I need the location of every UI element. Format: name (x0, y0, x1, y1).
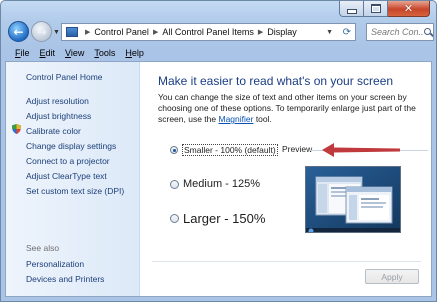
maximize-button[interactable] (364, 1, 388, 17)
apply-button[interactable]: Apply (365, 269, 419, 284)
option-medium-label[interactable]: Medium - 125% (183, 178, 260, 190)
menu-view[interactable]: View (65, 48, 84, 58)
sidebar-adjust-brightness[interactable]: Adjust brightness (26, 111, 91, 121)
display-window: ✕ ← → ▼ ▶ Control Panel ▶ All Control Pa… (0, 0, 437, 302)
sidebar-connect-projector[interactable]: Connect to a projector (26, 156, 110, 166)
breadcrumb-all-items[interactable]: All Control Panel Items (162, 27, 254, 37)
sidebar-adjust-cleartype[interactable]: Adjust ClearType text (26, 171, 107, 181)
back-arrow-icon: ← (13, 24, 24, 39)
preview-image (305, 166, 401, 233)
refresh-icon[interactable]: ⟳ (343, 27, 351, 38)
address-dropdown-icon[interactable]: ▼ (326, 29, 333, 36)
see-also-heading: See also (26, 243, 60, 253)
breadcrumb-control-panel[interactable]: Control Panel (94, 27, 149, 37)
page-title: Make it easier to read what's on your sc… (158, 74, 394, 88)
search-input[interactable] (367, 27, 423, 37)
address-bar[interactable]: ▶ Control Panel ▶ All Control Panel Item… (61, 23, 356, 41)
task-pane: Control Panel Home Adjust resolution Adj… (6, 62, 140, 296)
sidebar-calibrate-color[interactable]: Calibrate color (26, 126, 81, 136)
menu-edit[interactable]: Edit (40, 48, 56, 58)
option-smaller-label[interactable]: Smaller - 100% (default) (182, 144, 278, 156)
minimize-icon (346, 8, 357, 14)
search-icon[interactable] (424, 28, 432, 36)
option-larger-label[interactable]: Larger - 150% (183, 211, 265, 226)
radio-smaller[interactable] (170, 146, 178, 154)
radio-medium[interactable] (170, 179, 179, 189)
option-larger[interactable]: Larger - 150% (170, 211, 265, 226)
minimize-button[interactable] (339, 1, 364, 17)
red-arrow-annotation-icon (322, 143, 400, 157)
description-text: You can change the size of text and othe… (158, 92, 416, 124)
content-area: Control Panel Home Adjust resolution Adj… (5, 61, 432, 297)
navigation-bar: ← → ▼ ▶ Control Panel ▶ All Control Pane… (5, 20, 434, 44)
menu-tools[interactable]: Tools (94, 48, 115, 58)
back-button[interactable]: ← (8, 21, 29, 42)
sidebar-custom-text-size[interactable]: Set custom text size (DPI) (26, 186, 124, 196)
option-medium[interactable]: Medium - 125% (170, 178, 260, 190)
sidebar-personalization[interactable]: Personalization (26, 259, 84, 269)
close-icon: ✕ (403, 1, 414, 15)
control-panel-icon (66, 27, 78, 37)
preview-label: Preview (282, 144, 313, 154)
caption-buttons: ✕ (339, 1, 430, 17)
footer-divider (152, 261, 421, 262)
breadcrumb-display[interactable]: Display (267, 27, 297, 37)
sidebar-devices-printers[interactable]: Devices and Printers (26, 274, 104, 284)
search-box[interactable] (366, 23, 434, 41)
shield-icon (12, 124, 21, 134)
sidebar-control-panel-home[interactable]: Control Panel Home (26, 72, 103, 82)
breadcrumb-separator-icon[interactable]: ▶ (153, 28, 158, 36)
forward-arrow-icon: → (36, 24, 47, 39)
preview-desktop-icon (306, 167, 400, 232)
recent-pages-dropdown-icon[interactable]: ▼ (53, 29, 60, 36)
option-smaller[interactable]: Smaller - 100% (default) (170, 144, 278, 156)
menu-bar: File Edit View Tools Help (5, 45, 432, 61)
sidebar-adjust-resolution[interactable]: Adjust resolution (26, 96, 89, 106)
breadcrumb-separator-icon[interactable]: ▶ (258, 28, 263, 36)
maximize-icon (370, 4, 381, 13)
magnifier-link[interactable]: Magnifier (218, 114, 253, 124)
menu-file[interactable]: File (15, 48, 30, 58)
sidebar-change-display-settings[interactable]: Change display settings (26, 141, 116, 151)
menu-help[interactable]: Help (125, 48, 144, 58)
radio-larger[interactable] (170, 214, 179, 223)
forward-button[interactable]: → (31, 21, 52, 42)
close-button[interactable]: ✕ (388, 1, 430, 17)
breadcrumb-separator-icon[interactable]: ▶ (85, 28, 90, 36)
main-panel: Make it easier to read what's on your sc… (140, 62, 431, 296)
